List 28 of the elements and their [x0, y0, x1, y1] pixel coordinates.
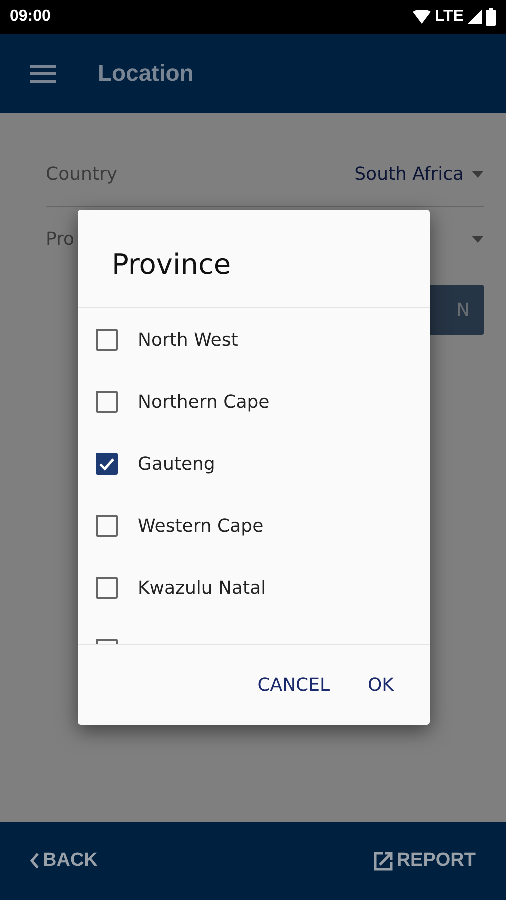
screen-title: Location	[98, 59, 194, 88]
checkbox[interactable]	[96, 577, 118, 599]
dialog-title: Province	[78, 210, 430, 308]
chevron-left-icon	[30, 853, 39, 869]
checkbox[interactable]	[96, 515, 118, 537]
back-button[interactable]: BACK	[30, 846, 98, 876]
checkbox[interactable]	[96, 391, 118, 413]
checkbox[interactable]	[96, 453, 118, 475]
list-item[interactable]: Northern Cape	[78, 371, 430, 433]
dropdown-arrow-icon	[472, 171, 484, 178]
list-item[interactable]: Western Cape	[78, 495, 430, 557]
ok-button[interactable]: OK	[368, 672, 394, 698]
list-item[interactable]: Gauteng	[78, 433, 430, 495]
signal-icon	[468, 10, 482, 24]
report-button[interactable]: REPORT	[374, 846, 476, 876]
clock-text: 09:00	[10, 7, 51, 27]
external-link-icon	[374, 852, 393, 870]
dropdown-arrow-icon	[472, 236, 484, 242]
field-label: Country	[46, 163, 118, 187]
cancel-button[interactable]: CANCEL	[258, 672, 330, 698]
battery-icon	[486, 8, 496, 26]
field-label: Pro	[46, 228, 75, 252]
wifi-icon	[412, 10, 431, 24]
country-dropdown[interactable]: South Africa	[354, 161, 484, 188]
checkbox[interactable]	[96, 329, 118, 351]
network-text: LTE	[434, 7, 464, 27]
menu-icon[interactable]	[30, 64, 56, 82]
list-item[interactable]: Kwazulu Natal	[78, 557, 430, 619]
